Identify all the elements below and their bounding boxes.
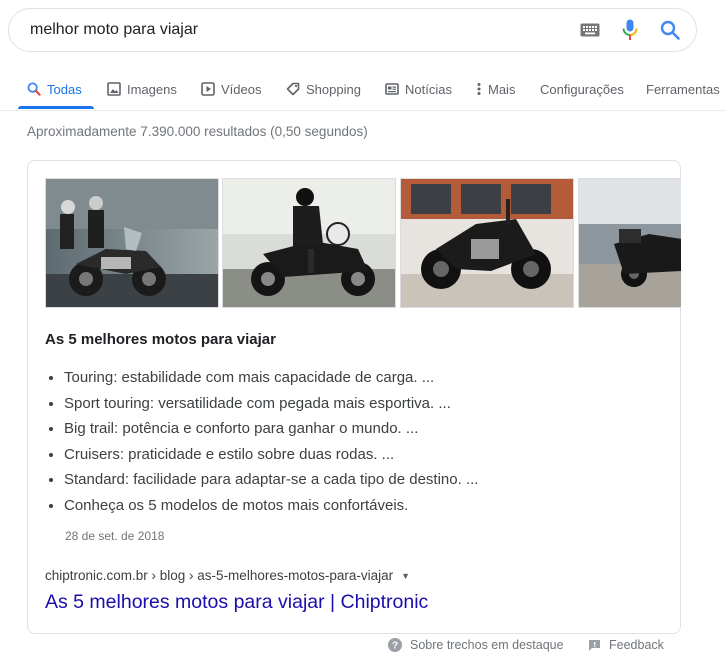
list-item: Standard: facilidade para adaptar-se a c…: [64, 467, 478, 493]
image-icon: [107, 82, 121, 96]
result-title-link[interactable]: As 5 melhores motos para viajar | Chiptr…: [45, 591, 428, 614]
result-breadcrumb: chiptronic.com.br › blog › as-5-melhores…: [45, 568, 410, 583]
more-vert-icon: [477, 83, 481, 95]
about-snippets-link[interactable]: ? Sobre trechos em destaque: [388, 638, 564, 652]
list-item: Touring: estabilidade com mais capacidad…: [64, 365, 478, 391]
image-carousel: [45, 178, 681, 310]
list-item: Cruisers: praticidade e estilo sobre dua…: [64, 442, 478, 468]
motorcycle-image-4[interactable]: [578, 178, 681, 308]
tab-shopping[interactable]: Shopping: [286, 70, 361, 108]
snippet-title: As 5 melhores motos para viajar: [45, 331, 276, 348]
tag-icon: [286, 82, 300, 96]
tab-label: Shopping: [306, 81, 361, 97]
active-tab-indicator: [18, 106, 94, 109]
tab-imagens[interactable]: Imagens: [107, 70, 177, 108]
search-tabs: Todas Imagens Vídeos Shopping Notícias M…: [0, 70, 726, 111]
tab-videos[interactable]: Vídeos: [201, 70, 261, 108]
microphone-icon[interactable]: [622, 19, 638, 41]
video-icon: [201, 82, 215, 96]
search-icon: [27, 82, 41, 96]
help-icon: ?: [388, 638, 402, 652]
motorcycle-image-1[interactable]: [45, 178, 219, 308]
tab-label: Notícias: [405, 81, 452, 97]
result-stats: Aproximadamente 7.390.000 resultados (0,…: [27, 124, 368, 139]
tab-mais[interactable]: Mais: [476, 70, 515, 108]
svg-text:?: ?: [392, 641, 398, 652]
snippet-date: 28 de set. de 2018: [65, 529, 165, 543]
news-icon: [385, 83, 399, 95]
search-input[interactable]: [28, 20, 552, 40]
tab-ferramentas[interactable]: Ferramentas: [646, 70, 720, 108]
tab-label: Todas: [47, 81, 82, 97]
about-snippets-label: Sobre trechos em destaque: [410, 638, 564, 652]
tab-label: Configurações: [540, 81, 624, 97]
motorcycle-image-2[interactable]: [222, 178, 396, 308]
motorcycle-image-3[interactable]: [400, 178, 574, 308]
list-item: Conheça os 5 modelos de motos mais confo…: [64, 493, 478, 519]
tab-label: Mais: [488, 81, 516, 97]
feedback-icon: [589, 639, 600, 651]
tab-label: Imagens: [127, 81, 177, 97]
tab-todas[interactable]: Todas: [27, 70, 82, 108]
tab-label: Vídeos: [221, 81, 262, 97]
feedback-link[interactable]: Feedback: [588, 638, 664, 652]
tab-configuracoes[interactable]: Configurações: [540, 70, 624, 108]
tab-noticias[interactable]: Notícias: [385, 70, 452, 108]
feedback-label: Feedback: [609, 638, 664, 652]
keyboard-icon[interactable]: [580, 23, 600, 37]
search-icon[interactable]: [660, 20, 680, 40]
tab-label: Ferramentas: [646, 81, 720, 97]
chevron-down-icon[interactable]: ▼: [401, 571, 410, 581]
list-item: Sport touring: versatilidade com pegada …: [64, 391, 478, 417]
featured-snippet: As 5 melhores motos para viajar Touring:…: [27, 160, 681, 634]
breadcrumb-url: chiptronic.com.br › blog › as-5-melhores…: [45, 568, 394, 583]
snippet-list: Touring: estabilidade com mais capacidad…: [45, 365, 478, 519]
list-item: Big trail: potência e conforto para ganh…: [64, 416, 478, 442]
search-bar[interactable]: [8, 8, 697, 52]
